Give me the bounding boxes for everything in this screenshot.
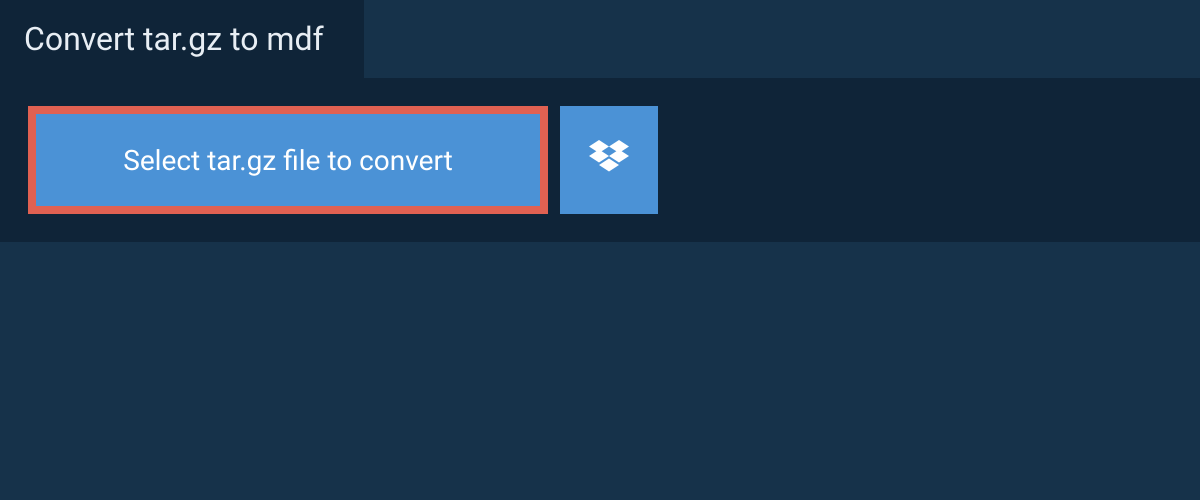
- dropbox-icon: [589, 140, 629, 180]
- header-tab: Convert tar.gz to mdf: [0, 0, 364, 78]
- select-file-button[interactable]: Select tar.gz file to convert: [28, 106, 548, 214]
- page-title: Convert tar.gz to mdf: [24, 20, 324, 58]
- dropbox-button[interactable]: [560, 106, 658, 214]
- select-file-label: Select tar.gz file to convert: [123, 144, 453, 177]
- upload-panel: Select tar.gz file to convert: [0, 78, 1200, 242]
